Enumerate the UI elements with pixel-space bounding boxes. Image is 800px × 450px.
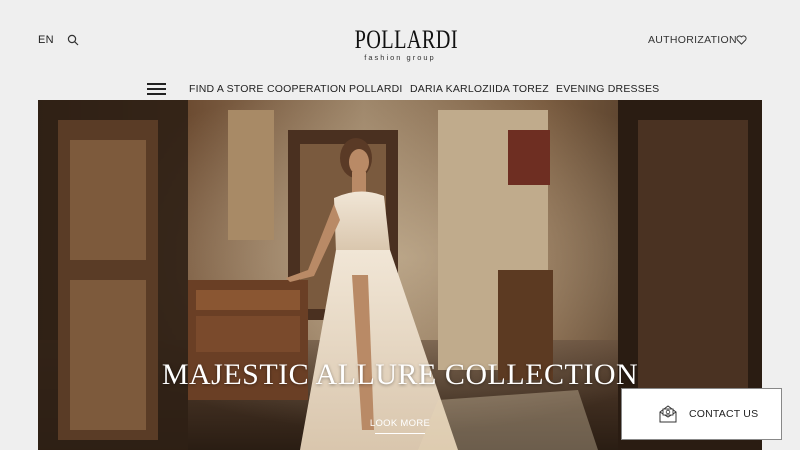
contact-us-button[interactable]: CONTACT US [621,388,782,440]
site-header: EN POLLARDI fashion group AUTHORIZATION [0,0,800,78]
hamburger-icon[interactable] [147,83,167,96]
envelope-icon [659,405,677,423]
logo-tagline: fashion group [364,53,436,62]
nav-item-cooperation[interactable]: COOPERATION [267,83,346,95]
nav-item-pollardi[interactable]: POLLARDI [349,83,403,95]
nav-item-find-a-store[interactable]: FIND A STORE [189,83,264,95]
nav-item-daria-karlozi[interactable]: DARIA KARLOZI [410,83,492,95]
search-icon[interactable] [67,34,79,46]
brand-logo[interactable]: POLLARDI fashion group [340,25,460,63]
hero-title: MAJESTIC ALLURE COLLECTION [161,358,639,391]
logo-wordmark: POLLARDI [354,25,458,54]
nav-item-evening-dresses[interactable]: EVENING DRESSES [556,83,659,95]
heart-icon[interactable] [736,35,747,45]
nav-item-ida-torez[interactable]: IDA TOREZ [492,83,549,95]
authorization-link[interactable]: AUTHORIZATION [648,34,737,46]
language-selector[interactable]: EN [38,34,54,46]
look-more-link[interactable]: LOOK MORE [363,418,437,429]
contact-us-label: CONTACT US [689,408,759,420]
look-more-underline [375,433,425,434]
